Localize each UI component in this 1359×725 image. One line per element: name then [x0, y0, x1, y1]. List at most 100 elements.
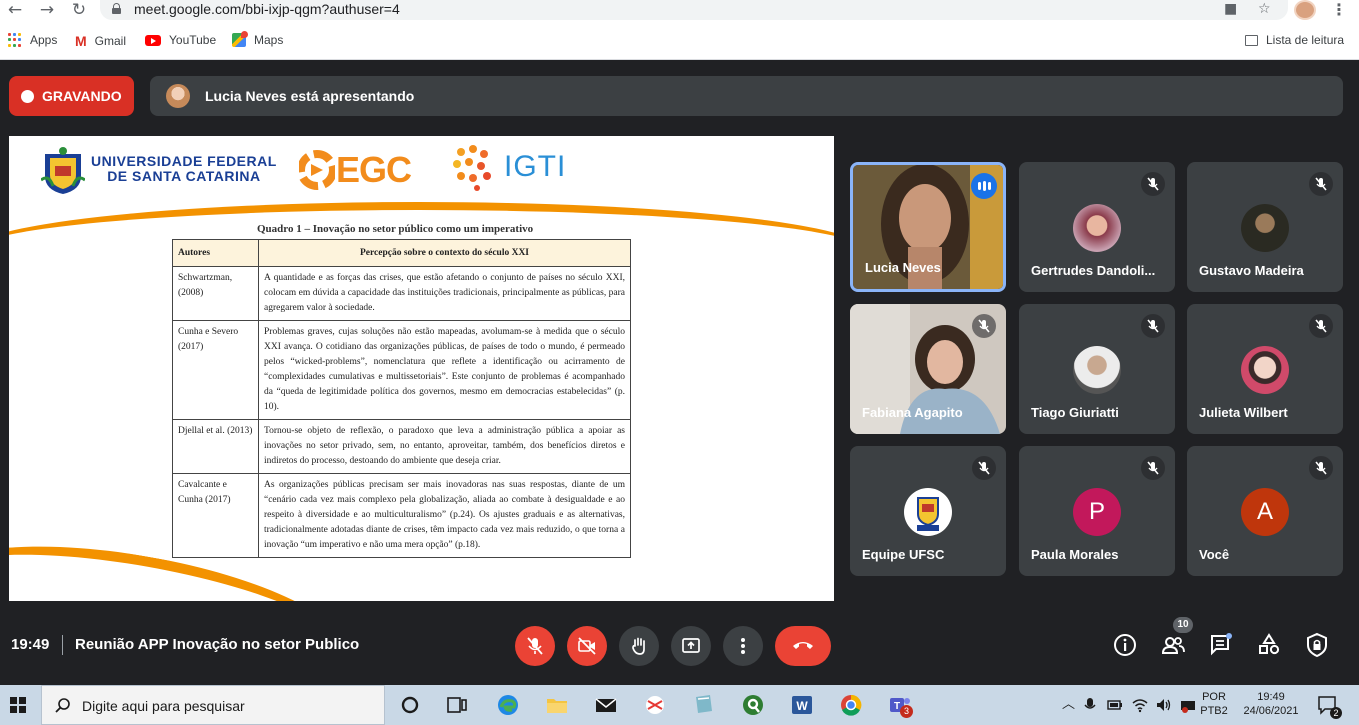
igti-mark-icon: [453, 145, 491, 191]
cortana-icon[interactable]: [398, 693, 422, 717]
bookmark-gmail[interactable]: M Gmail: [75, 33, 126, 49]
recording-indicator[interactable]: GRAVANDO: [9, 76, 134, 116]
task-view-icon[interactable]: [445, 693, 469, 717]
participant-name: Paula Morales: [1031, 547, 1119, 562]
host-controls-button[interactable]: [1304, 632, 1330, 658]
more-options-button[interactable]: [723, 626, 763, 666]
gmail-icon: M: [75, 33, 87, 49]
snipping-tool-icon[interactable]: [643, 693, 667, 717]
activities-button[interactable]: [1256, 632, 1282, 658]
presentation-slide: UNIVERSIDADE FEDERAL DE SANTA CATARINA EG…: [9, 136, 834, 601]
camera-blocked-icon[interactable]: ■: [1224, 1, 1237, 17]
participant-avatar: [1241, 346, 1289, 394]
word-icon[interactable]: W: [790, 693, 814, 717]
participant-name: Fabiana Agapito: [862, 405, 963, 420]
microphone-tray-icon[interactable]: [1083, 697, 1097, 713]
participant-tile-voce[interactable]: A Você: [1187, 446, 1343, 576]
search-placeholder: Digite aqui para pesquisar: [82, 698, 245, 714]
recording-label: GRAVANDO: [42, 88, 122, 104]
participant-tile-lucia-neves[interactable]: Lucia Neves: [850, 162, 1006, 292]
camera-off-icon: [578, 637, 596, 655]
hand-icon: [632, 637, 645, 655]
table-cell-author: Cunha e Severo (2017): [172, 320, 259, 420]
meeting-details-button[interactable]: [1112, 632, 1138, 658]
app-q-icon[interactable]: [741, 693, 765, 717]
table-cell-text: As organizações públicas precisam ser ma…: [258, 473, 631, 558]
participant-avatar: P: [1073, 488, 1121, 536]
forward-arrow-icon[interactable]: →: [36, 0, 58, 20]
network-alert-icon[interactable]: [1180, 697, 1196, 713]
participant-name: Gertrudes Dandoli...: [1031, 263, 1156, 278]
participant-name: Equipe UFSC: [862, 547, 945, 562]
taskbar-search-box[interactable]: Digite aqui para pesquisar: [41, 685, 385, 725]
table-header-row: Autores Percepção sobre o contexto do sé…: [172, 239, 631, 267]
present-screen-button[interactable]: [671, 626, 711, 666]
raise-hand-button[interactable]: [619, 626, 659, 666]
tray-chevron-icon[interactable]: ︿: [1062, 697, 1075, 711]
leave-call-button[interactable]: [775, 626, 831, 666]
igti-logo-text: IGTI: [504, 150, 567, 183]
slide-logos: UNIVERSIDADE FEDERAL DE SANTA CATARINA EG…: [9, 136, 834, 206]
participant-tile-gertrudes[interactable]: Gertrudes Dandoli...: [1019, 162, 1175, 292]
youtube-icon: [145, 34, 161, 46]
teams-app[interactable]: T 3: [888, 693, 913, 718]
participant-tile-equipe-ufsc[interactable]: Equipe UFSC: [850, 446, 1006, 576]
reading-list[interactable]: Lista de leitura: [1245, 33, 1344, 47]
table-cell-author: Schwartzman, (2008): [172, 266, 259, 321]
ufsc-crest-icon: [41, 147, 85, 194]
mail-icon[interactable]: [594, 693, 618, 717]
participant-tile-julieta[interactable]: Julieta Wilbert: [1187, 304, 1343, 434]
muted-mic-icon: [1309, 456, 1333, 480]
reload-icon[interactable]: ↻: [68, 0, 90, 20]
maps-icon: [232, 31, 248, 47]
wifi-icon[interactable]: [1131, 697, 1149, 713]
egc-mark-icon: [299, 150, 335, 190]
participant-avatar: [1241, 204, 1289, 252]
taskbar-clock[interactable]: 19:49 24/06/2021: [1238, 690, 1304, 718]
browser-menu-icon[interactable]: ⋮: [1331, 0, 1347, 20]
bookmark-youtube[interactable]: YouTube: [145, 33, 216, 47]
activities-icon: [1259, 633, 1280, 655]
ufsc-logo-text: UNIVERSIDADE FEDERAL DE SANTA CATARINA: [91, 153, 277, 184]
participant-tile-tiago[interactable]: Tiago Giuriatti: [1019, 304, 1175, 434]
bookmark-apps[interactable]: Apps: [8, 33, 57, 47]
participant-tile-gustavo[interactable]: Gustavo Madeira: [1187, 162, 1343, 292]
back-arrow-icon[interactable]: ←: [4, 0, 26, 20]
windows-taskbar: Digite aqui para pesquisar W T 3 ︿ POR P…: [0, 685, 1359, 725]
clock-time: 19:49: [1257, 691, 1285, 703]
volume-icon[interactable]: [1155, 697, 1173, 713]
chat-button[interactable]: [1208, 632, 1234, 658]
bookmark-maps[interactable]: Maps: [232, 31, 283, 47]
language-indicator[interactable]: POR PTB2: [1200, 690, 1228, 718]
bookmark-label: YouTube: [169, 33, 217, 47]
mic-toggle-button[interactable]: [515, 626, 555, 666]
notes-app-icon[interactable]: [692, 693, 716, 717]
address-bar[interactable]: meet.google.com/bbi-ixjp-qgm?authuser=4 …: [100, 0, 1288, 20]
people-button[interactable]: [1160, 632, 1186, 658]
reading-list-icon: [1245, 34, 1258, 46]
reading-list-label: Lista de leitura: [1266, 33, 1345, 47]
bookmark-star-icon[interactable]: ☆: [1258, 1, 1271, 17]
participant-tile-fabiana[interactable]: Fabiana Agapito: [850, 304, 1006, 434]
table-header: Autores: [172, 239, 259, 267]
windows-start-icon[interactable]: [10, 697, 26, 713]
muted-mic-icon: [1309, 314, 1333, 338]
table-row: Cavalcante e Cunha (2017) As organizaçõe…: [172, 473, 631, 558]
table-row: Cunha e Severo (2017) Problemas graves, …: [172, 320, 631, 420]
hangup-phone-icon: [793, 642, 813, 649]
file-explorer-icon[interactable]: [545, 693, 569, 717]
camera-toggle-button[interactable]: [567, 626, 607, 666]
muted-mic-icon: [1141, 172, 1165, 196]
participant-tile-paula[interactable]: P Paula Morales: [1019, 446, 1175, 576]
participant-avatar: [1073, 204, 1121, 252]
profile-avatar[interactable]: [1294, 0, 1316, 20]
chrome-icon[interactable]: [839, 693, 863, 717]
svg-text:W: W: [796, 699, 808, 713]
muted-mic-icon: [1141, 456, 1165, 480]
edge-icon[interactable]: [496, 693, 520, 717]
battery-icon[interactable]: [1107, 698, 1123, 712]
mic-off-icon: [527, 637, 543, 655]
egc-logo: EGC: [299, 149, 429, 190]
url-text[interactable]: meet.google.com/bbi-ixjp-qgm?authuser=4: [134, 1, 400, 17]
quadro-table: Autores Percepção sobre o contexto do sé…: [172, 239, 631, 558]
